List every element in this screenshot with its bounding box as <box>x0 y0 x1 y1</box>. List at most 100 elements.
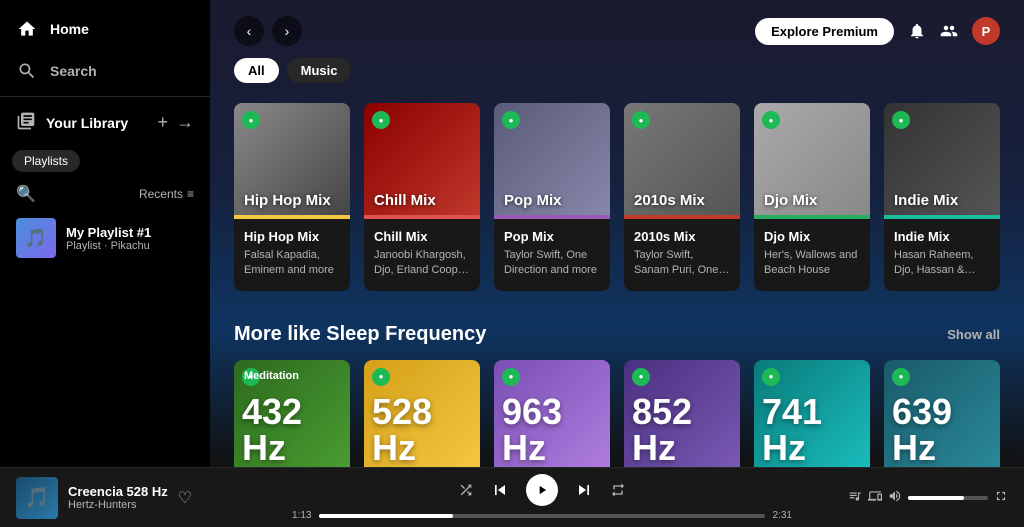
right-controls <box>848 489 1008 506</box>
notifications-button[interactable] <box>908 22 926 40</box>
mix-card-pop[interactable]: ● Pop Mix Pop Mix Taylor Swift, One Dire… <box>494 103 610 291</box>
spotify-icon: ● <box>632 368 650 386</box>
shuffle-button[interactable] <box>458 482 474 498</box>
card-name: Djo Mix <box>764 229 860 244</box>
header-right: Explore Premium P <box>755 17 1000 45</box>
card-thumbnail: ● Chill Mix <box>364 103 480 219</box>
card-indicator <box>494 215 610 219</box>
hz-text: 852 Hz <box>632 394 740 466</box>
sleep-card-528[interactable]: ● 528 Hz 528 Hz 528 Hz solfeggio frequen… <box>364 360 480 467</box>
show-all-button[interactable]: Show all <box>947 327 1000 342</box>
devices-button[interactable] <box>868 489 882 506</box>
playlist-item[interactable]: 🎵 My Playlist #1 Playlist · Pikachu <box>0 210 210 266</box>
card-thumbnail: ● 963 Hz <box>494 360 610 467</box>
card-bg: ● Chill Mix <box>364 103 480 219</box>
hz-sub: Meditation <box>244 370 299 382</box>
back-button[interactable]: ‹ <box>234 16 264 46</box>
like-button[interactable]: ♡ <box>178 488 192 508</box>
total-time: 2:31 <box>773 510 792 521</box>
fullscreen-button[interactable] <box>994 489 1008 506</box>
mix-card-djo[interactable]: ● Djo Mix Djo Mix Her's, Wallows and Bea… <box>754 103 870 291</box>
sidebar-item-search[interactable]: Search <box>0 50 210 92</box>
card-desc: Her's, Wallows and Beach House <box>764 248 860 279</box>
main-content: ‹ › Explore Premium P All Music <box>210 0 1024 467</box>
mix-card-2010s[interactable]: ● 2010s Mix 2010s Mix Taylor Swift, Sana… <box>624 103 740 291</box>
playlists-filter-button[interactable]: Playlists <box>12 150 80 172</box>
card-thumbnail: ● 528 Hz <box>364 360 480 467</box>
sidebar-item-home[interactable]: Home <box>0 8 210 50</box>
progress-bar-container: 1:13 2:31 <box>292 510 792 521</box>
recents-label[interactable]: Recents ≡ <box>139 187 194 201</box>
volume-slider[interactable] <box>908 496 988 500</box>
mix-card-indie[interactable]: ● Indie Mix Indie Mix Hasan Raheem, Djo,… <box>884 103 1000 291</box>
card-info: Hip Hop Mix Falsal Kapadia, Eminem and m… <box>234 219 350 279</box>
user-avatar-button[interactable]: P <box>972 17 1000 45</box>
hz-text: 528 Hz <box>372 394 480 466</box>
sleep-card-852[interactable]: ● 852 Hz 852 Hz Solfeggio tones to harmo… <box>624 360 740 467</box>
library-search-icon[interactable]: 🔍 <box>16 184 36 204</box>
card-name: Hip Hop Mix <box>244 229 340 244</box>
card-thumbnail: ● Pop Mix <box>494 103 610 219</box>
hz-text: 639 Hz <box>892 394 1000 466</box>
card-desc: Hasan Raheem, Djo, Hassan & Roshaan and.… <box>894 248 990 279</box>
card-label: Hip Hop Mix <box>244 192 331 209</box>
card-thumbnail: ● 2010s Mix <box>624 103 740 219</box>
card-indicator <box>754 215 870 219</box>
playback-bar: 🎵 Creencia 528 Hz Hertz-Hunters ♡ <box>0 467 1024 527</box>
sleep-card-963[interactable]: ● 963 Hz 963 Hz Crystal Clear Solfeggio … <box>494 360 610 467</box>
card-bg: ● 852 Hz <box>624 360 740 467</box>
card-bg: ● 639 Hz <box>884 360 1000 467</box>
spotify-icon: ● <box>502 111 520 129</box>
sleep-card-432[interactable]: ● Meditation 432 Hz 432 Hz Meditation A … <box>234 360 350 467</box>
card-indicator <box>364 215 480 219</box>
card-thumbnail: ● 741 Hz <box>754 360 870 467</box>
player-controls: 1:13 2:31 <box>248 474 836 521</box>
spotify-icon: ● <box>892 111 910 129</box>
library-label: Your Library <box>46 115 128 131</box>
sleep-card-741[interactable]: ● 741 Hz 741 Hz A soothing solfeggio fre… <box>754 360 870 467</box>
people-button[interactable] <box>940 22 958 40</box>
sleep-section-title: More like Sleep Frequency <box>234 323 486 346</box>
mix-card-hiphop[interactable]: ● Hip Hop Mix Hip Hop Mix Falsal Kapadia… <box>234 103 350 291</box>
progress-track[interactable] <box>319 514 764 518</box>
all-filter-pill[interactable]: All <box>234 58 279 83</box>
arrow-library-button[interactable]: → <box>176 112 194 133</box>
card-bg: ● Pop Mix <box>494 103 610 219</box>
card-thumbnail: ● Meditation 432 Hz <box>234 360 350 467</box>
track-name: Creencia 528 Hz <box>68 484 168 499</box>
library-icon <box>16 111 36 134</box>
previous-button[interactable] <box>490 480 510 500</box>
artist-name: Hertz-Hunters <box>68 499 168 511</box>
explore-premium-button[interactable]: Explore Premium <box>755 18 894 45</box>
music-filter-pill[interactable]: Music <box>287 58 352 83</box>
play-pause-button[interactable] <box>526 474 558 506</box>
search-label: Search <box>50 63 97 79</box>
card-label: Chill Mix <box>374 192 436 209</box>
sleep-card-639[interactable]: ● 639 Hz 639 Hz Meditate with this solfe… <box>884 360 1000 467</box>
card-info: Indie Mix Hasan Raheem, Djo, Hassan & Ro… <box>884 219 1000 279</box>
hz-text: 963 Hz <box>502 394 610 466</box>
card-thumbnail: ● Hip Hop Mix <box>234 103 350 219</box>
home-label: Home <box>50 21 89 37</box>
content-header: ‹ › Explore Premium P <box>210 0 1024 54</box>
forward-button[interactable]: › <box>272 16 302 46</box>
library-header: Your Library + → <box>0 101 210 144</box>
card-bg: ● Indie Mix <box>884 103 1000 219</box>
control-buttons <box>458 474 626 506</box>
add-library-button[interactable]: + <box>157 112 168 133</box>
library-actions: + → <box>157 112 194 133</box>
queue-button[interactable] <box>848 489 862 506</box>
hz-text: 432 Hz <box>242 394 350 466</box>
next-button[interactable] <box>574 480 594 500</box>
card-info: Pop Mix Taylor Swift, One Direction and … <box>494 219 610 279</box>
playlist-thumbnail: 🎵 <box>16 218 56 258</box>
volume-button[interactable] <box>888 489 902 506</box>
card-indicator <box>624 215 740 219</box>
card-thumbnail: ● Djo Mix <box>754 103 870 219</box>
repeat-button[interactable] <box>610 482 626 498</box>
card-label: Indie Mix <box>894 192 958 209</box>
library-search-row: 🔍 Recents ≡ <box>0 178 210 210</box>
spotify-icon: ● <box>372 111 390 129</box>
mix-card-chill[interactable]: ● Chill Mix Chill Mix Janoobi Khargosh, … <box>364 103 480 291</box>
card-info: Chill Mix Janoobi Khargosh, Djo, Erland … <box>364 219 480 279</box>
